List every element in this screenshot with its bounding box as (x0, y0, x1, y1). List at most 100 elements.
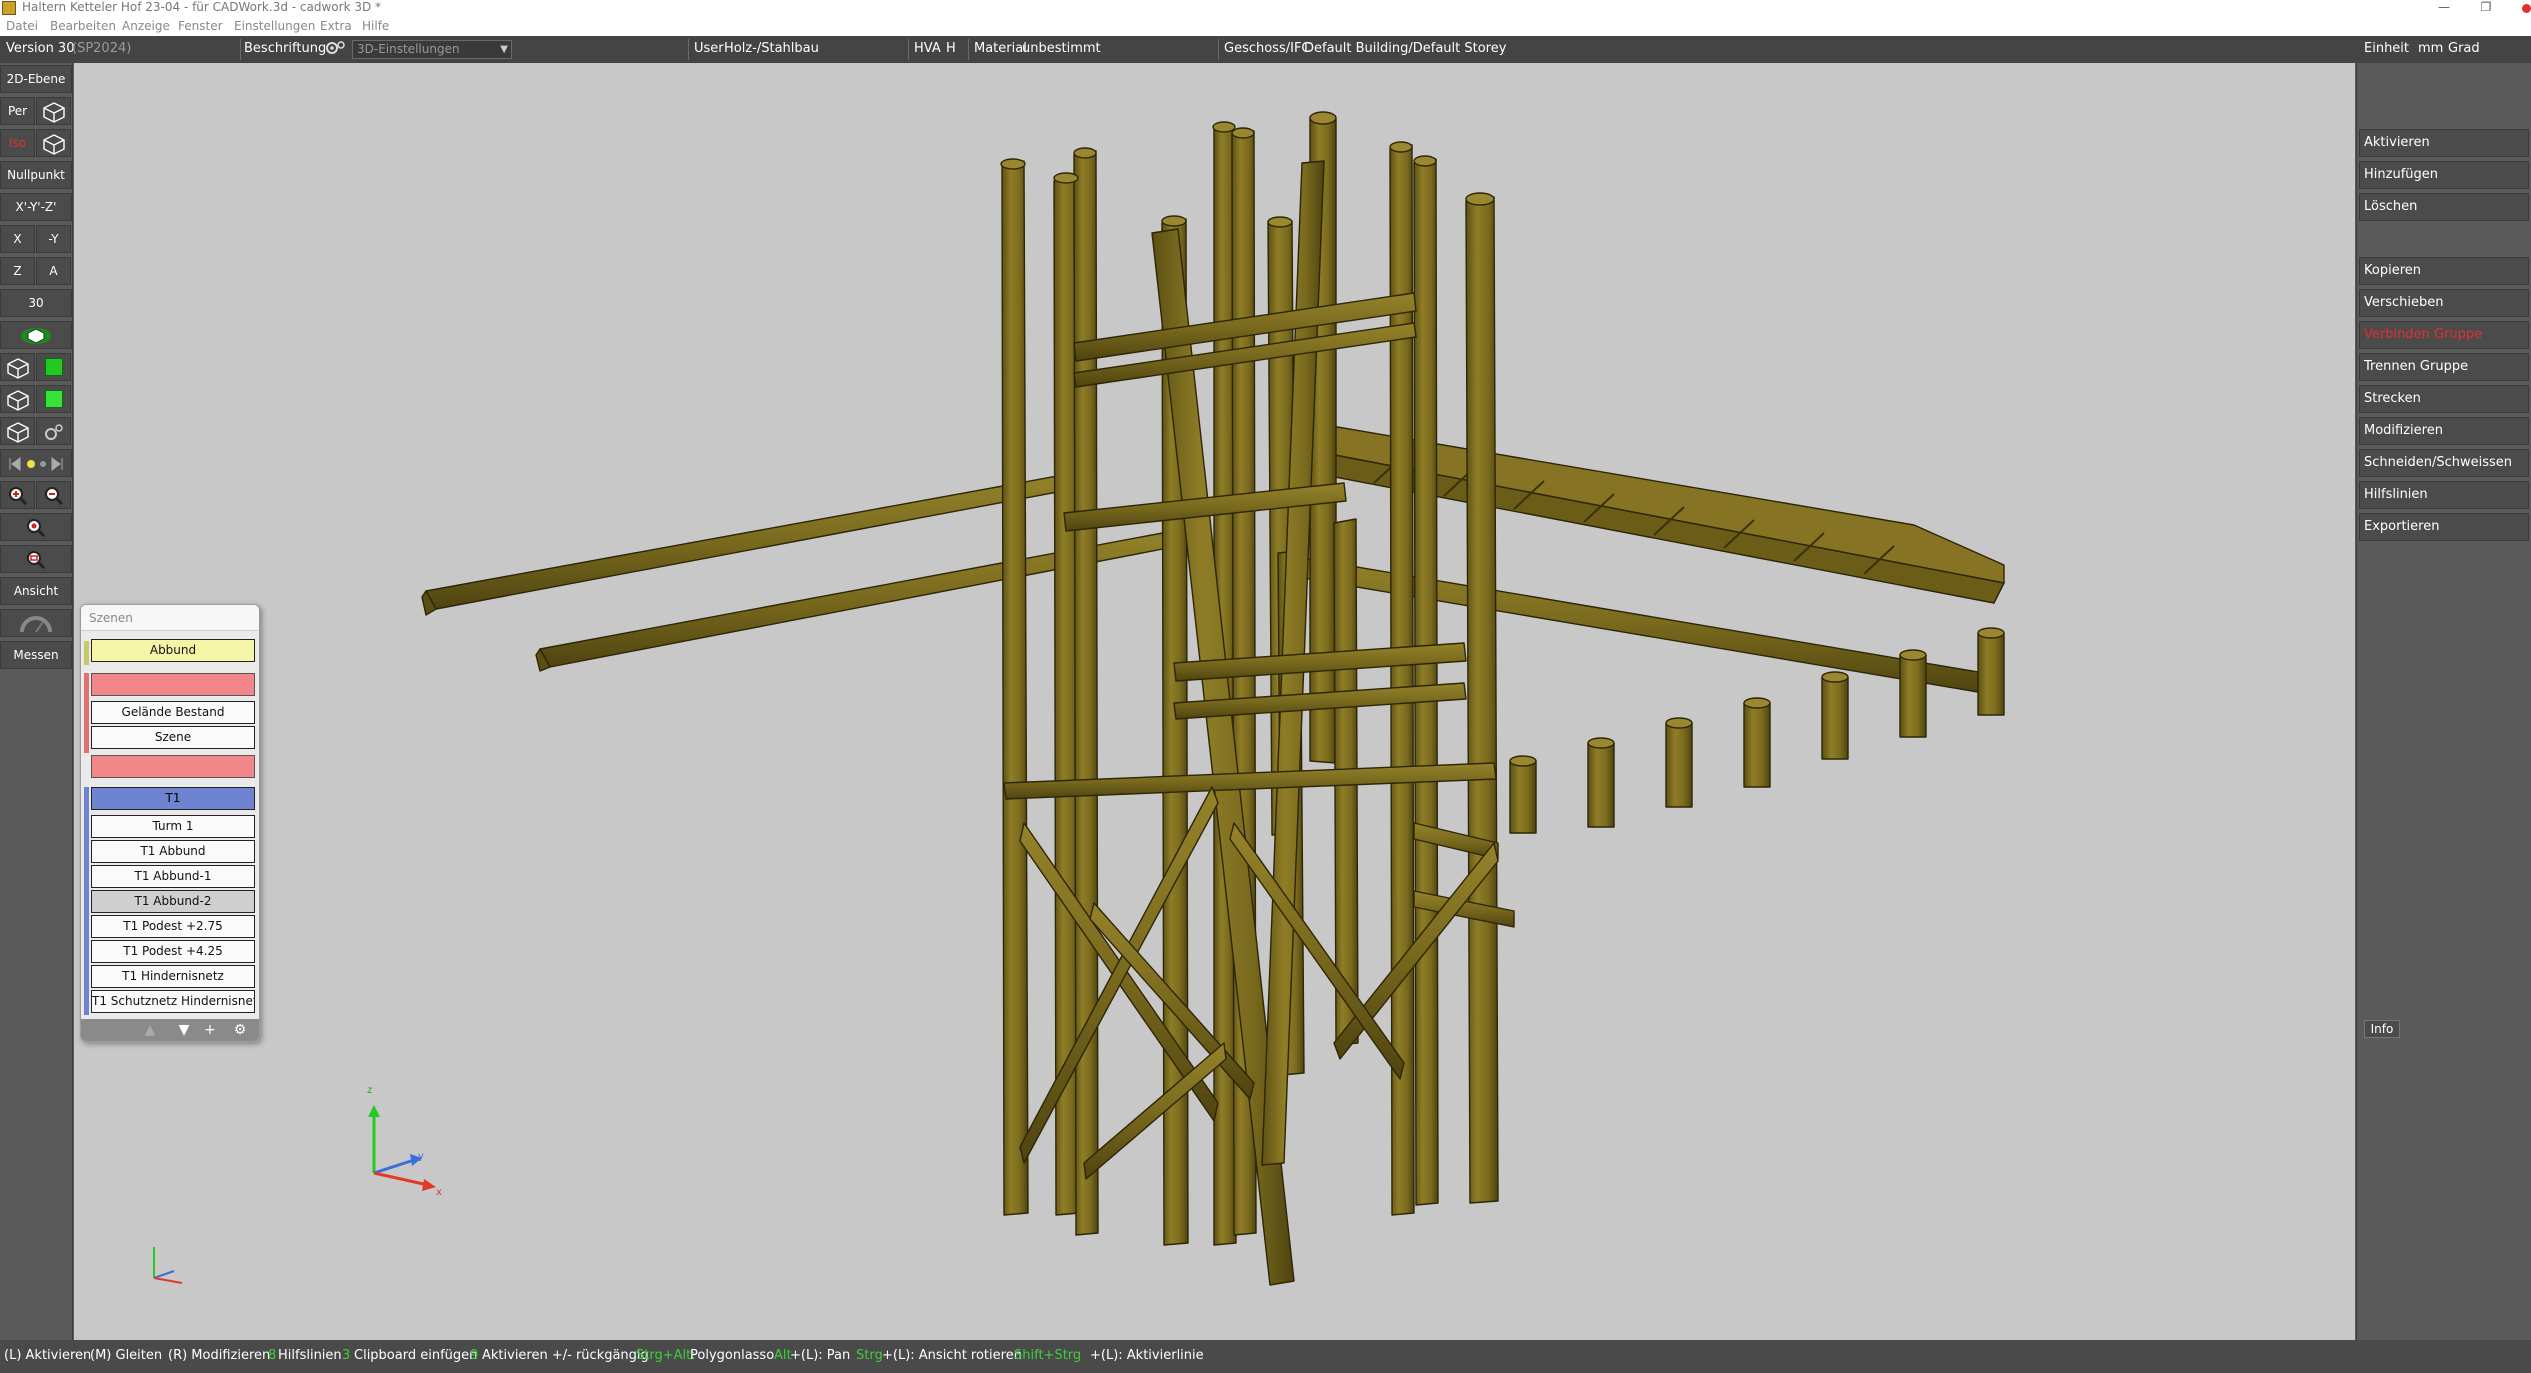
edges-cube-icon[interactable] (0, 417, 35, 445)
verbinden-gruppe-button[interactable]: Verbinden Gruppe (2359, 321, 2529, 349)
settings-gear-icon[interactable] (36, 417, 71, 445)
shaded-green-cube-icon[interactable] (36, 385, 71, 413)
3d-viewport[interactable]: z y x (74, 63, 2355, 1340)
zoom-window-icon[interactable] (0, 545, 72, 573)
verschieben-button[interactable]: Verschieben (2359, 289, 2529, 317)
left-toolbar: 2D-Ebene Per Iso Nullpunkt X'-Y'-Z' X -Y… (0, 63, 73, 1340)
settings-dropdown-value: 3D-Einstellungen (357, 42, 460, 56)
move-down-icon[interactable]: ▼ (175, 1021, 193, 1039)
zoom-all-icon[interactable] (0, 513, 72, 541)
solid-green-cube-icon[interactable] (36, 353, 71, 381)
scene-t1-podest-275[interactable]: T1 Podest +2.75 (91, 915, 255, 938)
gear-icon[interactable] (324, 39, 346, 61)
unit-grad[interactable]: Grad (2448, 41, 2480, 56)
hva-button[interactable]: HVA (914, 41, 941, 56)
hilfslinien-button[interactable]: Hilfslinien (2359, 481, 2529, 509)
restore-button[interactable]: ❐ (2466, 0, 2506, 17)
strecken-button[interactable]: Strecken (2359, 385, 2529, 413)
perspective-cube-icon[interactable] (36, 97, 71, 125)
menu-bearbeiten[interactable]: Bearbeiten (50, 19, 116, 33)
view-a-button[interactable]: A (36, 257, 71, 285)
scene-t1-schutznetz-hindernisnetz[interactable]: T1 Schutznetz Hindernisnetz (91, 990, 255, 1013)
menu-einstellungen[interactable]: Einstellungen (234, 19, 315, 33)
schneiden-schweissen-button[interactable]: Schneiden/Schweissen (2359, 449, 2529, 477)
messen-button[interactable]: Messen (0, 641, 72, 669)
minimize-button[interactable]: — (2424, 0, 2464, 17)
right-command-panel: Aktivieren Hinzufügen Löschen Kopieren V… (2356, 63, 2531, 1340)
speedometer-icon[interactable] (0, 609, 72, 637)
scene-szene[interactable]: Szene (91, 726, 255, 749)
hint-pan: +(L): Pan (790, 1348, 851, 1363)
aktivieren-button[interactable]: Aktivieren (2359, 129, 2529, 157)
modifizieren-button[interactable]: Modifizieren (2359, 417, 2529, 445)
perspective-button[interactable]: Per (0, 97, 35, 125)
hint-key-8: 8 (268, 1348, 277, 1363)
hint-key-9: 9 (470, 1348, 479, 1363)
exportieren-button[interactable]: Exportieren (2359, 513, 2529, 541)
angle-30-button[interactable]: 30 (0, 289, 72, 317)
scene-t1-hindernisnetz[interactable]: T1 Hindernisnetz (91, 965, 255, 988)
scene-group-red-1[interactable] (91, 673, 255, 696)
hint-clipboard: Clipboard einfügen (354, 1348, 478, 1363)
wireframe-cube-icon[interactable] (0, 353, 35, 381)
info-tab[interactable]: Info (2364, 1020, 2400, 1038)
zoom-in-icon[interactable] (0, 481, 35, 509)
xyz-button[interactable]: X'-Y'-Z' (0, 193, 72, 221)
scene-t1-abbund[interactable]: T1 Abbund (91, 840, 255, 863)
hidden-lines-cube-icon[interactable] (0, 385, 35, 413)
loeschen-button[interactable]: Löschen (2359, 193, 2529, 221)
scene-settings-gear-icon[interactable]: ⚙ (231, 1021, 249, 1039)
scenes-panel: Szenen Abbund Gelände Bestand Szene T1 T… (80, 604, 260, 1042)
menu-anzeige[interactable]: Anzeige (122, 19, 170, 33)
geschoss-value[interactable]: Default Building/Default Storey (1304, 41, 1506, 56)
title-bar: Haltern Ketteler Hof 23-04 - für CADWork… (0, 0, 2531, 17)
zoom-out-icon[interactable] (36, 481, 71, 509)
scenes-header: Szenen (81, 605, 259, 631)
menu-fenster[interactable]: Fenster (178, 19, 223, 33)
iso-button[interactable]: Iso (0, 129, 35, 157)
hint-rueckgaengig: Aktivieren +/- rückgängig (482, 1348, 649, 1363)
view-minus-y-button[interactable]: -Y (36, 225, 71, 253)
material-value[interactable]: unbestimmt (1022, 41, 1101, 56)
kopieren-button[interactable]: Kopieren (2359, 257, 2529, 285)
iso-cube-icon[interactable] (36, 129, 71, 157)
view-z-button[interactable]: Z (0, 257, 35, 285)
service-pack-label: (SP2024) (72, 41, 132, 56)
hint-polygonlasso: Polygonlasso (690, 1348, 775, 1363)
scene-t1-abbund-2[interactable]: T1 Abbund-2 (91, 890, 255, 913)
user-value[interactable]: Holz-/Stahlbau (724, 41, 819, 56)
light-player-icon[interactable] (0, 449, 72, 477)
hinzufuegen-button[interactable]: Hinzufügen (2359, 161, 2529, 189)
scene-group-red-2[interactable] (91, 755, 255, 778)
hint-gleiten: (M) Gleiten (90, 1348, 163, 1363)
menu-extra[interactable]: Extra (320, 19, 352, 33)
beschriftung-button[interactable]: Beschriftung (244, 41, 326, 56)
hint-aktivierlinie: +(L): Aktivierlinie (1090, 1348, 1204, 1363)
2d-ebene-button[interactable]: 2D-Ebene (0, 65, 72, 93)
scene-t1-podest-425[interactable]: T1 Podest +4.25 (91, 940, 255, 963)
close-icon[interactable] (2522, 4, 2531, 13)
unit-mm[interactable]: mm (2418, 41, 2443, 56)
trennen-gruppe-button[interactable]: Trennen Gruppe (2359, 353, 2529, 381)
chevron-down-icon: ▼ (500, 44, 508, 55)
render-mode-icon[interactable] (0, 321, 72, 349)
nullpunkt-button[interactable]: Nullpunkt (0, 161, 72, 189)
geschoss-label: Geschoss/IFC (1224, 41, 1311, 56)
settings-dropdown[interactable]: 3D-Einstellungen ▼ (352, 40, 512, 59)
move-up-icon[interactable]: ▲ (141, 1021, 159, 1039)
h-button[interactable]: H (946, 41, 956, 56)
menu-hilfe[interactable]: Hilfe (362, 19, 389, 33)
menu-datei[interactable]: Datei (6, 19, 38, 33)
scene-group-t1[interactable]: T1 (91, 787, 255, 810)
hint-modifizieren: (R) Modifizieren (168, 1348, 271, 1363)
scene-abbund[interactable]: Abbund (91, 639, 255, 662)
view-x-button[interactable]: X (0, 225, 35, 253)
einheit-label[interactable]: Einheit (2364, 41, 2409, 56)
scene-t1-abbund-1[interactable]: T1 Abbund-1 (91, 865, 255, 888)
add-scene-button[interactable]: + (201, 1021, 219, 1039)
scene-gelaende-bestand[interactable]: Gelände Bestand (91, 701, 255, 724)
version-label: Version 30 (6, 41, 75, 56)
scene-turm-1[interactable]: Turm 1 (91, 815, 255, 838)
axis-z-label: z (367, 1085, 373, 1096)
ansicht-button[interactable]: Ansicht (0, 577, 72, 605)
